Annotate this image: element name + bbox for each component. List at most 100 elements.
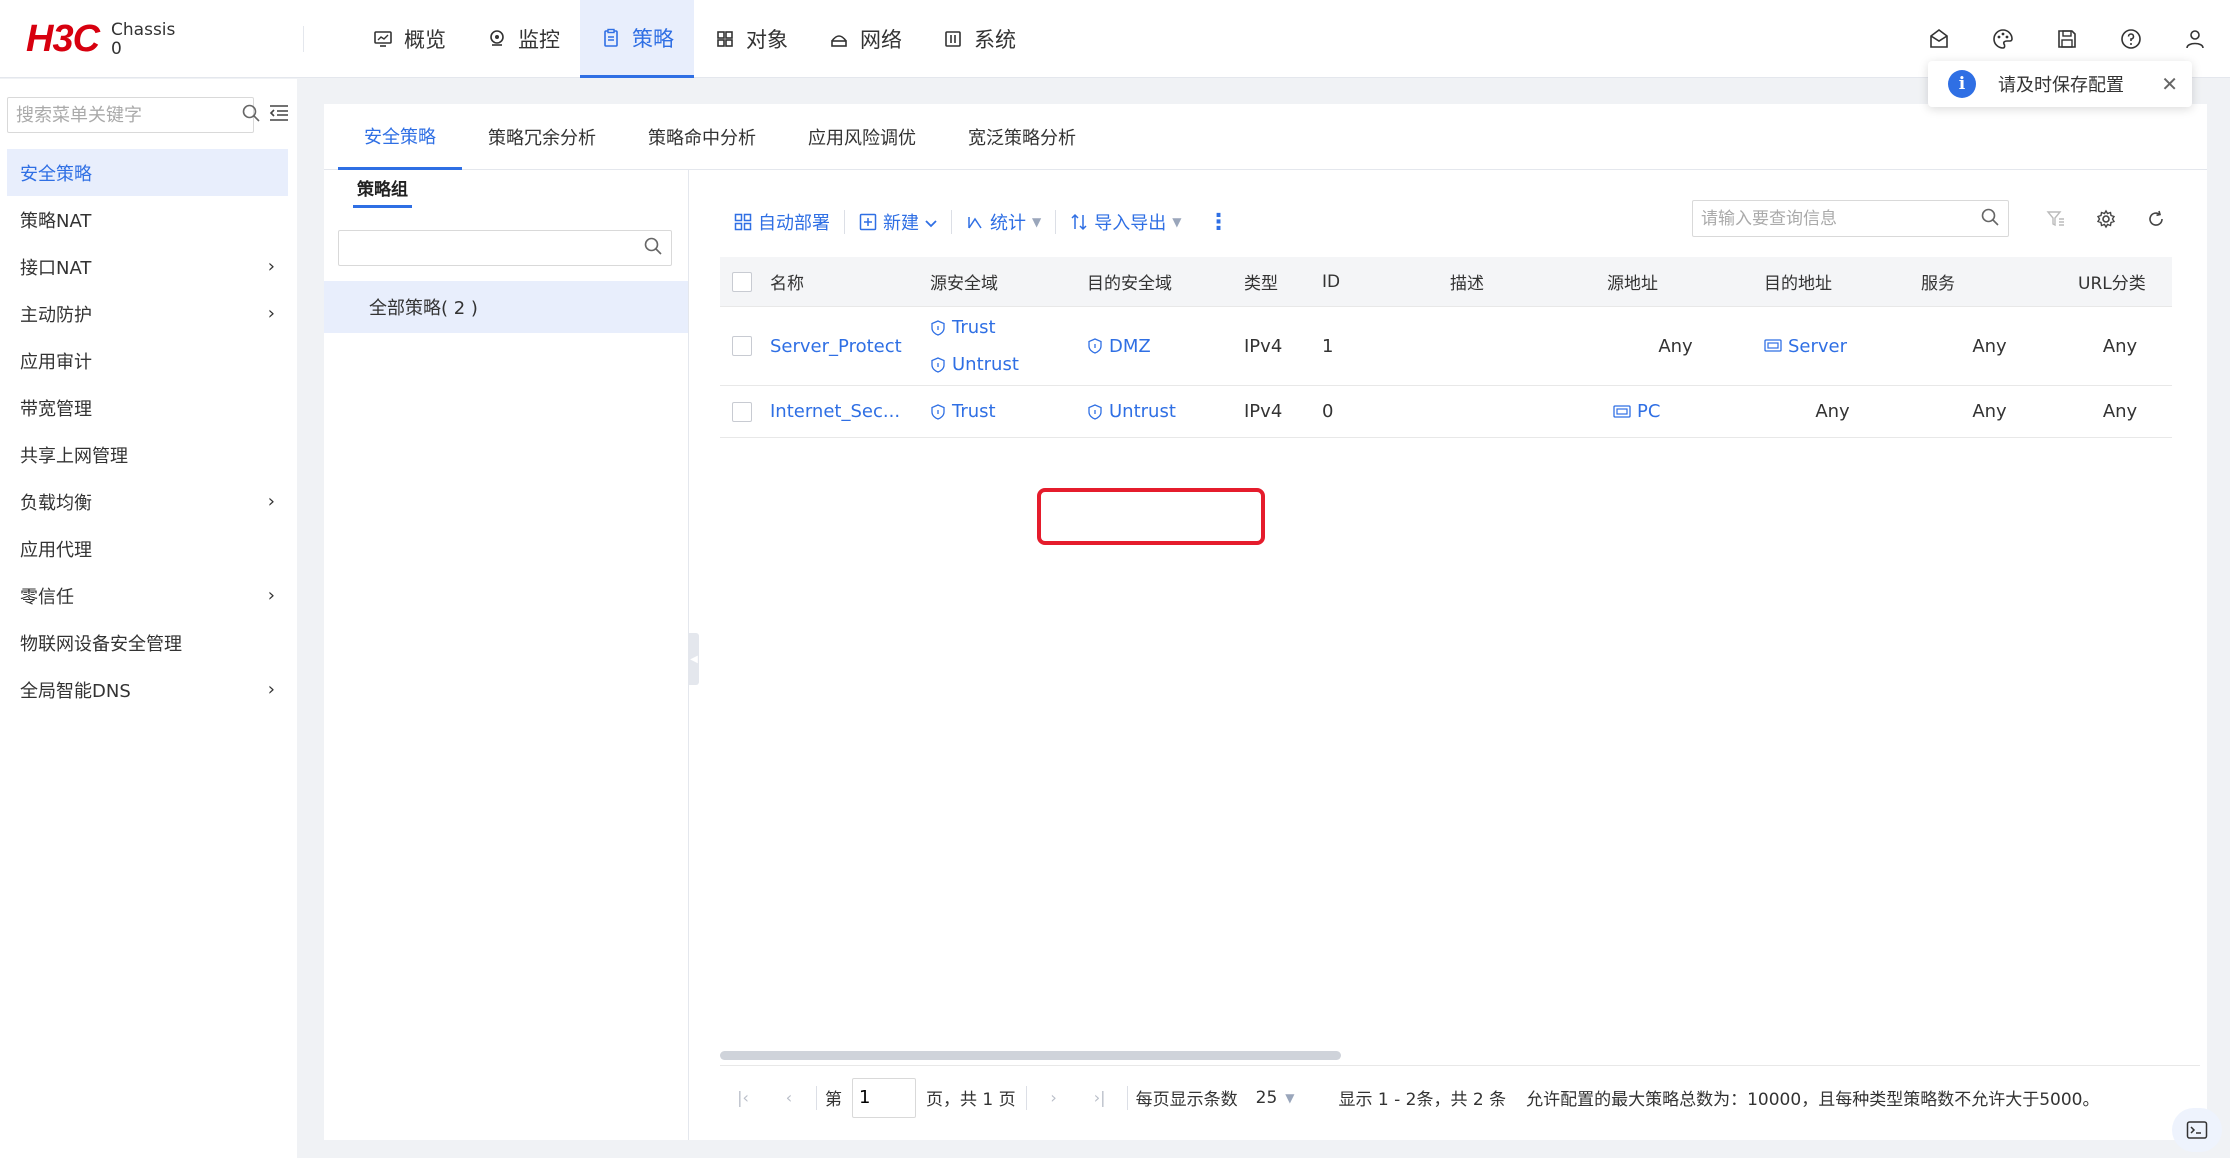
sidebar-item-label: 零信任	[20, 586, 74, 608]
last-page-icon[interactable]: ›|	[1087, 1088, 1113, 1107]
import-export-label: 导入导出	[1094, 213, 1167, 234]
url-category-cell: Any	[2102, 401, 2138, 422]
row-checkbox[interactable]	[732, 336, 752, 356]
first-page-icon[interactable]: |‹	[730, 1088, 756, 1107]
scrollbar-thumb[interactable]	[720, 1051, 1341, 1060]
zone-tag[interactable]: Trust	[930, 393, 1077, 430]
new-button[interactable]: 新建	[845, 206, 951, 238]
column-header[interactable]: 源安全域	[920, 269, 1077, 294]
search-icon[interactable]	[1980, 207, 2000, 231]
pagination-divider	[816, 1085, 817, 1110]
deploy-icon	[734, 213, 752, 231]
src-zone-cell: Trust Untrust	[920, 309, 1077, 383]
sidebar-item-zero-trust[interactable]: 零信任 ›	[7, 572, 288, 619]
page-size-select[interactable]: 25 ▼	[1256, 1088, 1295, 1108]
row-checkbox[interactable]	[732, 401, 752, 422]
search-icon[interactable]	[643, 236, 663, 260]
panel-splitter-handle[interactable]: ◀	[689, 633, 699, 685]
column-header[interactable]: 目的安全域	[1077, 269, 1234, 294]
grid-icon	[714, 28, 736, 50]
logo[interactable]: H3C Chassis 0	[26, 18, 175, 61]
prev-page-icon[interactable]: ‹	[776, 1088, 802, 1107]
tab-redundancy-analysis[interactable]: 策略冗余分析	[462, 104, 622, 170]
column-header[interactable]: ID	[1312, 272, 1440, 292]
tab-hit-analysis[interactable]: 策略命中分析	[622, 104, 782, 170]
table-toolbar: 自动部署 新建 统计 ▼ 导入导出 ▼ ⋮	[720, 202, 1241, 242]
help-icon[interactable]	[2116, 22, 2146, 56]
search-icon[interactable]	[241, 103, 261, 127]
policy-name-link[interactable]: Server_Protect	[770, 336, 902, 357]
nav-item-monitor[interactable]: 监控	[466, 0, 580, 78]
column-header[interactable]: URL分类	[2068, 269, 2172, 294]
zone-tag[interactable]: Untrust	[930, 346, 1077, 383]
sidebar-item-shared-internet[interactable]: 共享上网管理	[7, 431, 288, 478]
tab-broad-policy-analysis[interactable]: 宽泛策略分析	[942, 104, 1102, 170]
column-header[interactable]: 类型	[1234, 269, 1312, 294]
zone-tag[interactable]: Trust	[930, 309, 1077, 346]
sidebar-item-policy-nat[interactable]: 策略NAT	[7, 196, 288, 243]
nav-item-object[interactable]: 对象	[694, 0, 808, 78]
close-icon[interactable]: ✕	[2161, 72, 2178, 96]
filter-icon[interactable]	[2044, 204, 2068, 234]
sidebar-item-label: 应用代理	[20, 539, 92, 561]
tab-security-policy[interactable]: 安全策略	[338, 104, 462, 170]
table-row[interactable]: Server_Protect Trust Untrust DMZ IPv4 1 …	[720, 307, 2172, 386]
nav-item-network[interactable]: 网络	[808, 0, 922, 78]
more-actions-icon[interactable]: ⋮	[1195, 210, 1241, 235]
sidebar-item-interface-nat[interactable]: 接口NAT ›	[7, 243, 288, 290]
header-actions	[1924, 22, 2210, 56]
nav-label: 监控	[518, 28, 560, 52]
policy-name-link[interactable]: Internet_Sec...	[770, 401, 900, 422]
group-item-all-policies[interactable]: 全部策略( 2 )	[324, 281, 688, 333]
import-export-button[interactable]: 导入导出 ▼	[1056, 206, 1195, 238]
column-header[interactable]: 名称	[760, 269, 920, 294]
tab-app-risk-tuning[interactable]: 应用风险调优	[782, 104, 942, 170]
page-number-input[interactable]	[852, 1077, 916, 1118]
column-header[interactable]: 服务	[1911, 269, 2068, 294]
address-tag[interactable]: PC	[1607, 393, 1754, 430]
sidebar-item-app-proxy[interactable]: 应用代理	[7, 525, 288, 572]
url-category-cell: Any	[2102, 335, 2138, 357]
select-all-checkbox[interactable]	[732, 271, 752, 292]
column-header[interactable]: 目的地址	[1754, 269, 1911, 294]
gear-icon[interactable]	[2094, 204, 2118, 234]
zone-tag[interactable]: DMZ	[1087, 328, 1234, 365]
nav-label: 概览	[404, 28, 446, 52]
location-icon	[486, 28, 508, 50]
table-search-input[interactable]	[1701, 208, 1980, 229]
menu-search-input[interactable]	[16, 104, 241, 126]
sidebar-item-load-balance[interactable]: 负载均衡 ›	[7, 478, 288, 525]
policy-group-panel: 策略组 全部策略( 2 )	[324, 170, 689, 1140]
shield-icon	[930, 403, 946, 420]
auto-deploy-button[interactable]: 自动部署	[720, 206, 844, 238]
column-header[interactable]: 描述	[1440, 269, 1597, 294]
horizontal-scrollbar[interactable]	[720, 1051, 2172, 1061]
save-icon[interactable]	[2052, 22, 2082, 56]
type-cell: IPv4	[1244, 335, 1283, 357]
stats-button[interactable]: 统计 ▼	[952, 206, 1055, 238]
record-summary: 显示 1 - 2条，共 2 条	[1338, 1090, 1507, 1110]
address-tag[interactable]: Server	[1764, 328, 1911, 365]
menu-collapse-icon[interactable]	[268, 103, 290, 127]
sidebar-item-global-dns[interactable]: 全局智能DNS ›	[7, 666, 288, 713]
group-search	[338, 230, 672, 266]
sidebar-item-app-audit[interactable]: 应用审计	[7, 337, 288, 384]
sidebar-item-security-policy[interactable]: 安全策略	[7, 149, 288, 196]
nav-item-overview[interactable]: 概览	[352, 0, 466, 78]
nav-item-system[interactable]: 系统	[922, 0, 1036, 78]
zone-tag[interactable]: Untrust	[1087, 393, 1234, 430]
terminal-icon[interactable]	[2172, 1108, 2222, 1152]
mail-icon[interactable]	[1924, 22, 1954, 56]
table-row[interactable]: Internet_Sec... Trust Untrust IPv4 0 PC …	[720, 386, 2172, 438]
sidebar-item-active-defense[interactable]: 主动防护 ›	[7, 290, 288, 337]
next-page-icon[interactable]: ›	[1041, 1088, 1067, 1107]
group-search-input[interactable]	[347, 238, 643, 258]
refresh-icon[interactable]	[2144, 204, 2168, 234]
user-icon[interactable]	[2180, 22, 2210, 56]
device-number: 0	[111, 38, 122, 59]
palette-icon[interactable]	[1988, 22, 2018, 56]
sidebar-item-iot-security[interactable]: 物联网设备安全管理	[7, 619, 288, 666]
nav-item-policy[interactable]: 策略	[580, 0, 694, 78]
sidebar-item-bandwidth[interactable]: 带宽管理	[7, 384, 288, 431]
column-header[interactable]: 源地址	[1597, 269, 1754, 294]
